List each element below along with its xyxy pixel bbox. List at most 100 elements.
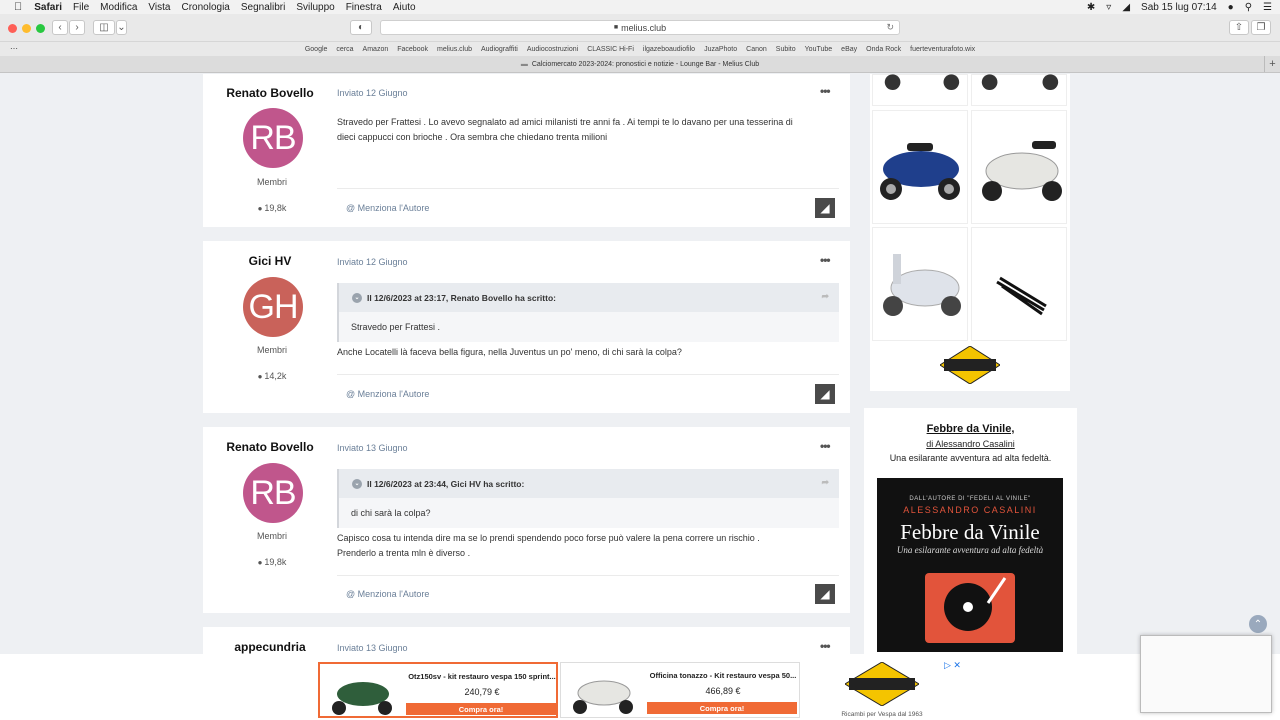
comment-icon: ●	[257, 372, 263, 381]
scooter-image	[573, 680, 633, 714]
mention-author-link[interactable]: @ Menziona l'Autore	[346, 203, 429, 213]
product-thumbnail[interactable]	[872, 227, 968, 341]
favorite-link[interactable]: Canon	[746, 46, 767, 53]
favorite-link[interactable]: Amazon	[363, 46, 389, 53]
forward-button[interactable]: ›	[69, 20, 85, 35]
book-cover[interactable]: DALL'AUTORE DI "FEDELI AL VINILE" ALESSA…	[877, 478, 1063, 652]
officina-tonazzo-logo[interactable]	[845, 662, 919, 706]
zoom-window-icon[interactable]	[36, 24, 45, 33]
post-author[interactable]: Renato Bovello	[203, 440, 337, 454]
post-date[interactable]: Inviato 12 Giugno	[337, 257, 408, 267]
favorite-link[interactable]: Onda Rock	[866, 46, 901, 53]
buy-now-button[interactable]: Compra ora!	[406, 703, 556, 715]
scroll-to-top-button[interactable]: ⌃	[1249, 615, 1267, 633]
apple-icon[interactable]: 	[14, 1, 22, 13]
favorite-link[interactable]: eBay	[841, 46, 857, 53]
ad-product-card[interactable]: Officina tonazzo - Kit restauro vespa 50…	[560, 662, 800, 718]
favorite-link[interactable]: CLASSIC Hi-Fi	[587, 46, 634, 53]
menu-aiuto[interactable]: Aiuto	[393, 2, 416, 13]
wifi-icon[interactable]: ▿	[1106, 2, 1111, 13]
new-tab-button[interactable]: +	[1264, 56, 1280, 72]
favorite-link[interactable]: fuerteventurafoto.wix	[910, 46, 975, 53]
menu-sviluppo[interactable]: Sviluppo	[296, 2, 334, 13]
quote-share-icon[interactable]: ➦	[821, 291, 829, 302]
menu-modifica[interactable]: Modifica	[100, 2, 137, 13]
buy-now-button[interactable]: Compra ora!	[647, 702, 797, 714]
book-author-link[interactable]: di Alessandro Casalini	[864, 439, 1077, 449]
avatar[interactable]: RB	[243, 108, 303, 168]
favorite-link[interactable]: ilgazeboaudiofilo	[643, 46, 695, 53]
volume-icon[interactable]: ◢	[1122, 2, 1130, 13]
favorite-link[interactable]: Google	[305, 46, 328, 53]
ad-close-icon[interactable]: ▷ ✕	[944, 660, 961, 671]
favorite-link[interactable]: Audiocostruzioni	[527, 46, 578, 53]
post-menu-icon[interactable]: •••	[820, 84, 831, 98]
post-author[interactable]: Renato Bovello	[203, 86, 337, 100]
tab-overview-button[interactable]: ❐	[1251, 20, 1271, 35]
forum-post: appecundria Inviato 13 Giugno •••	[203, 627, 850, 654]
reputation-badge-icon[interactable]: ◢	[815, 384, 835, 404]
favorite-link[interactable]: YouTube	[805, 46, 833, 53]
post-author[interactable]: appecundria	[203, 640, 337, 654]
favorite-link[interactable]: Audiograffiti	[481, 46, 518, 53]
favorite-link[interactable]: melius.club	[437, 46, 472, 53]
address-bar[interactable]: ■ melius.club ↻	[380, 20, 900, 35]
product-thumbnail[interactable]	[872, 74, 968, 106]
menu-cronologia[interactable]: Cronologia	[181, 2, 229, 13]
post-author[interactable]: Gici HV	[203, 254, 337, 268]
ad-product-price: 466,89 €	[705, 686, 741, 696]
avatar[interactable]: RB	[243, 463, 303, 523]
quote-collapse-icon[interactable]: ⌄	[352, 292, 362, 303]
grid-icon[interactable]: ⋯	[10, 44, 18, 53]
menu-finestra[interactable]: Finestra	[346, 2, 382, 13]
favorite-link[interactable]: Facebook	[397, 46, 428, 53]
product-thumbnail[interactable]	[872, 110, 968, 224]
ad-product-card[interactable]: Otz150sv - kit restauro vespa 150 sprint…	[318, 662, 558, 718]
officina-tonazzo-logo[interactable]	[939, 345, 1001, 385]
reputation-badge-icon[interactable]: ◢	[815, 584, 835, 604]
favorite-link[interactable]: cerca	[336, 46, 353, 53]
tab-title[interactable]: Calciomercato 2023-2024: pronostici e no…	[532, 61, 759, 68]
quote-header: ⌄ Il 12/6/2023 at 23:17, Renato Bovello h…	[339, 283, 839, 312]
avatar[interactable]: GH	[243, 277, 303, 337]
clock[interactable]: Sab 15 lug 07:14	[1141, 2, 1217, 13]
book-tagline: Una esilarante avventura ad alta fedeltà…	[889, 453, 1052, 463]
reputation-badge-icon[interactable]: ◢	[815, 198, 835, 218]
post-menu-icon[interactable]: •••	[820, 639, 831, 653]
menu-file[interactable]: File	[73, 2, 89, 13]
close-window-icon[interactable]	[8, 24, 17, 33]
share-button[interactable]: ⇧	[1229, 20, 1249, 35]
control-center-icon[interactable]: ☰	[1263, 2, 1272, 13]
user-icon[interactable]: ●	[1228, 2, 1234, 13]
quote-share-icon[interactable]: ➦	[821, 477, 829, 488]
post-date[interactable]: Inviato 12 Giugno	[337, 88, 408, 98]
post-menu-icon[interactable]: •••	[820, 253, 831, 267]
minimize-window-icon[interactable]	[22, 24, 31, 33]
sidebar-menu-chevron[interactable]: ⌄	[116, 20, 127, 35]
product-thumbnail[interactable]	[971, 110, 1067, 224]
menu-segnalibri[interactable]: Segnalibri	[241, 2, 285, 13]
favorite-link[interactable]: JuzaPhoto	[704, 46, 737, 53]
menu-vista[interactable]: Vista	[148, 2, 170, 13]
post-menu-icon[interactable]: •••	[820, 439, 831, 453]
ad-banner: Otz150sv - kit restauro vespa 150 sprint…	[0, 654, 1280, 720]
screen-thumbnail[interactable]	[1140, 635, 1272, 713]
favorite-link[interactable]: Subito	[776, 46, 796, 53]
comment-icon: ●	[257, 204, 263, 213]
post-date[interactable]: Inviato 13 Giugno	[337, 643, 408, 653]
mention-author-link[interactable]: @ Menziona l'Autore	[346, 389, 429, 399]
sidebar-toggle-button[interactable]: ◫	[93, 20, 115, 35]
reload-icon[interactable]: ↻	[886, 22, 894, 33]
post-date[interactable]: Inviato 13 Giugno	[337, 443, 408, 453]
product-thumbnail[interactable]	[971, 74, 1067, 106]
back-button[interactable]: ‹	[52, 20, 68, 35]
privacy-report-button[interactable]: ◐	[350, 20, 372, 35]
product-thumbnail[interactable]	[971, 227, 1067, 341]
quote-block: ⌄ Il 12/6/2023 at 23:17, Renato Bovello h…	[337, 283, 839, 342]
menu-safari[interactable]: Safari	[34, 2, 62, 13]
bluetooth-icon[interactable]: ✱	[1087, 2, 1095, 13]
mention-author-link[interactable]: @ Menziona l'Autore	[346, 589, 429, 599]
spotlight-icon[interactable]: ⚲	[1245, 2, 1252, 13]
quote-collapse-icon[interactable]: ⌄	[352, 478, 362, 489]
book-title-link[interactable]: Febbre da Vinile,	[864, 423, 1077, 435]
